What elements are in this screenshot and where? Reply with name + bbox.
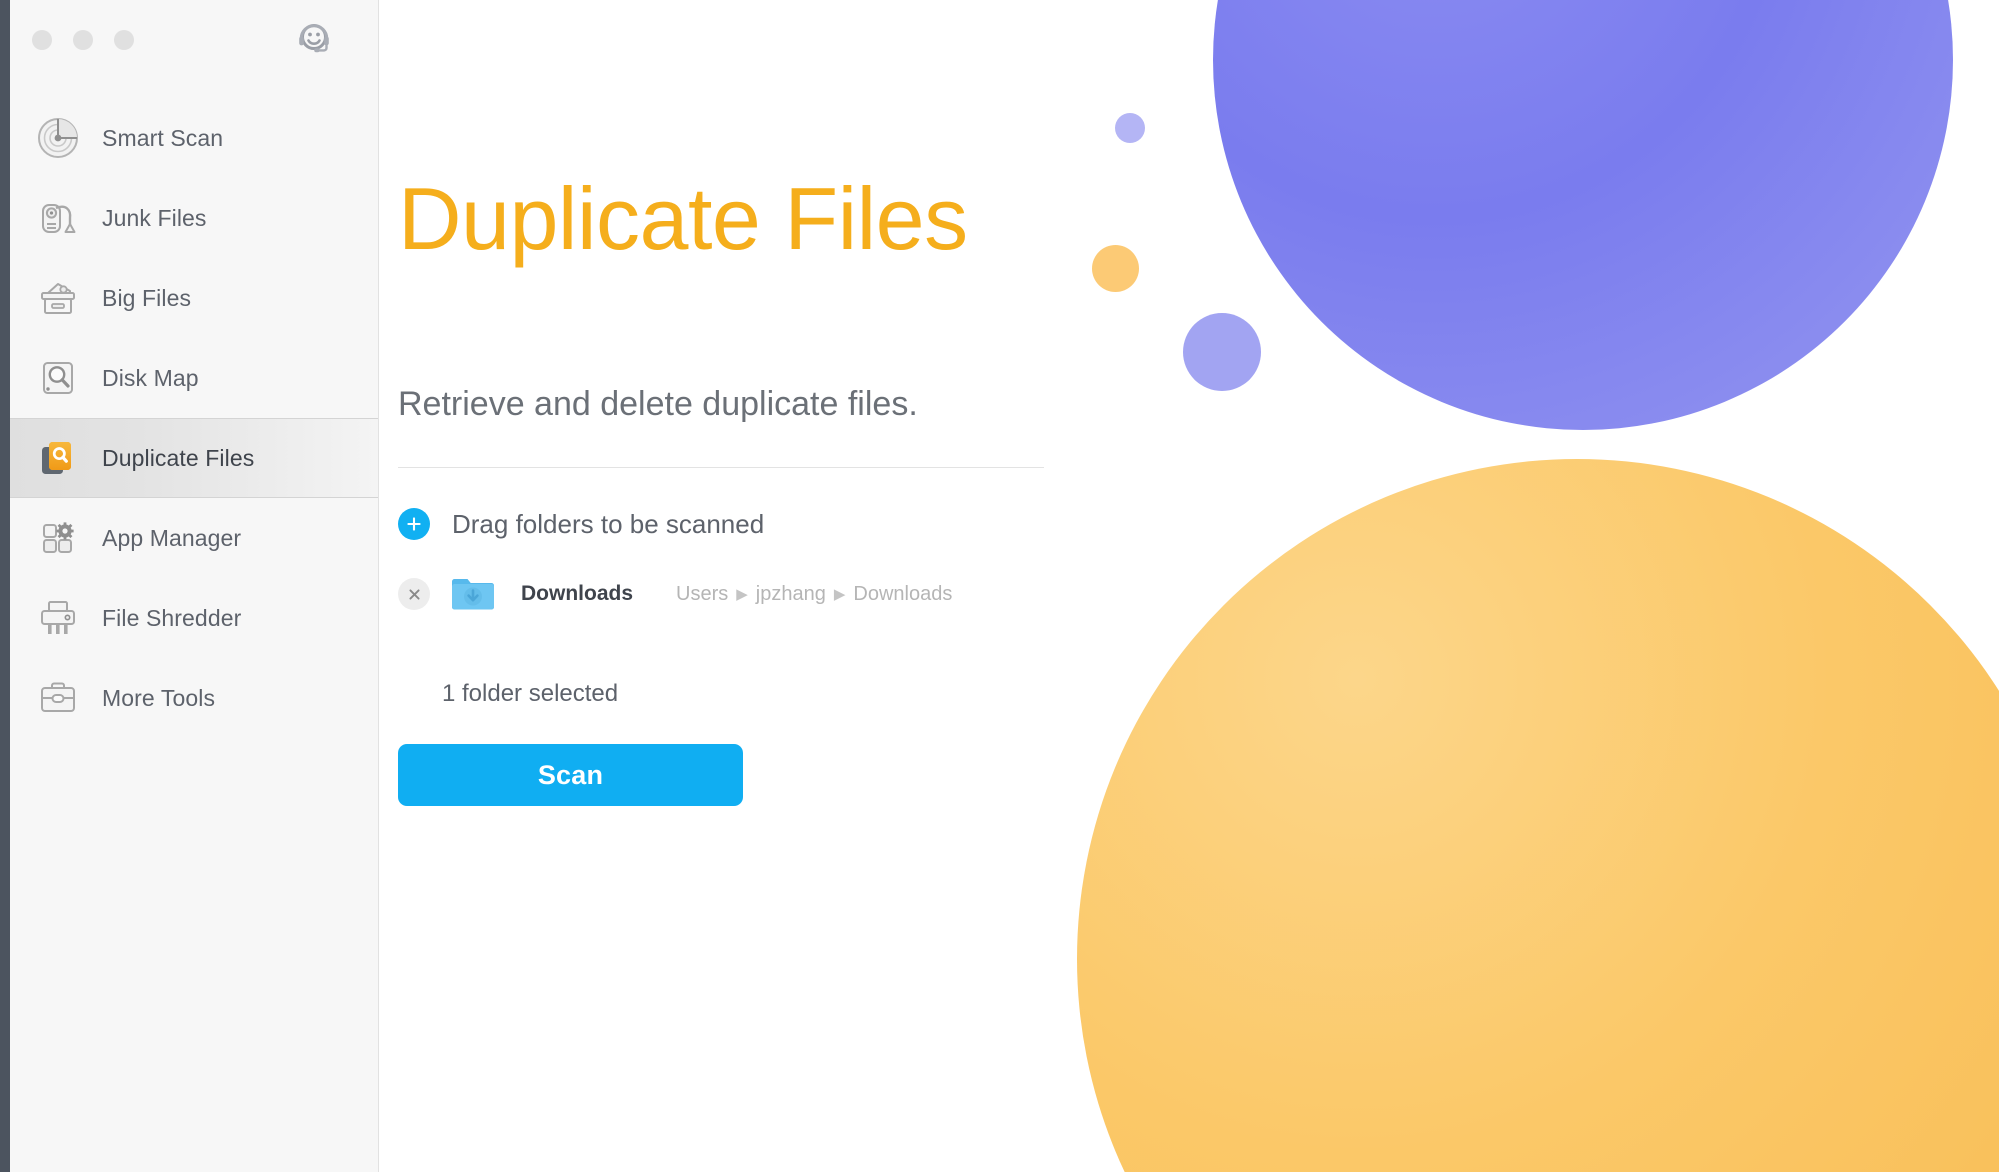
downloads-folder-icon: [449, 570, 497, 618]
sidebar-item-label: Disk Map: [102, 364, 199, 391]
sidebar-item-disk-map[interactable]: Disk Map: [10, 338, 378, 418]
plus-icon[interactable]: [398, 508, 430, 540]
page-title: Duplicate Files: [398, 169, 968, 268]
sidebar-item-app-manager[interactable]: App Manager: [10, 498, 378, 578]
sidebar-item-label: App Manager: [102, 524, 242, 551]
app-grid-gear-icon: [32, 512, 84, 564]
zoom-button[interactable]: [114, 30, 134, 50]
close-button[interactable]: [32, 30, 52, 50]
storage-box-icon: [32, 272, 84, 324]
decor-purple-blob: [1213, 0, 1953, 430]
breadcrumb-crumb-downloads: Downloads: [853, 582, 953, 605]
decor-orange-blob: [1077, 459, 1999, 1172]
briefcase-icon: [32, 672, 84, 724]
decor-orange-dot: [1092, 245, 1139, 292]
sidebar-item-duplicate-files[interactable]: Duplicate Files: [10, 418, 378, 498]
sidebar-nav: Smart Scan Junk Files Big Files Disk Map…: [10, 98, 378, 738]
breadcrumb: Users ▶ jpzhang ▶ Downloads: [676, 583, 952, 606]
decor-purple-dot-medium: [1183, 313, 1261, 391]
decor-purple-dot-small: [1115, 113, 1145, 143]
vacuum-icon: [32, 192, 84, 244]
close-x-icon[interactable]: [398, 578, 430, 610]
window-titlebar: [10, 0, 378, 80]
selected-folder-row: Downloads Users ▶ jpzhang ▶ Downloads: [398, 570, 952, 618]
sidebar-item-label: Junk Files: [102, 204, 207, 231]
window-left-rail: [0, 0, 10, 1172]
sidebar-item-more-tools[interactable]: More Tools: [10, 658, 378, 738]
sidebar-item-junk-files[interactable]: Junk Files: [10, 178, 378, 258]
sidebar-item-file-shredder[interactable]: File Shredder: [10, 578, 378, 658]
sidebar-item-label: File Shredder: [102, 604, 242, 631]
sidebar-item-big-files[interactable]: Big Files: [10, 258, 378, 338]
add-folder-row[interactable]: Drag folders to be scanned: [398, 508, 764, 540]
sidebar-item-label: More Tools: [102, 684, 216, 711]
sidebar-item-label: Big Files: [102, 284, 192, 311]
traffic-lights: [32, 30, 134, 50]
support-headset-smiley-icon[interactable]: [292, 16, 336, 60]
chevron-right-icon: ▶: [833, 585, 846, 603]
folder-name: Downloads: [521, 582, 634, 605]
minimize-button[interactable]: [73, 30, 93, 50]
radar-icon: [32, 112, 84, 164]
breadcrumb-crumb-user: jpzhang: [755, 582, 826, 605]
breadcrumb-crumb-users: Users: [676, 582, 729, 605]
drag-folders-label: Drag folders to be scanned: [452, 508, 765, 539]
app-window: Smart Scan Junk Files Big Files Disk Map…: [0, 0, 1999, 1172]
sidebar-item-label: Smart Scan: [102, 124, 224, 151]
scan-button[interactable]: Scan: [398, 744, 743, 806]
sidebar-item-smart-scan[interactable]: Smart Scan: [10, 98, 378, 178]
shredder-icon: [32, 592, 84, 644]
sidebar-item-label: Duplicate Files: [102, 444, 255, 471]
disk-search-icon: [32, 352, 84, 404]
main-content: Duplicate Files Retrieve and delete dupl…: [380, 0, 1999, 1172]
section-divider: [398, 467, 1044, 468]
sidebar: Smart Scan Junk Files Big Files Disk Map…: [10, 0, 379, 1172]
chevron-right-icon: ▶: [736, 585, 748, 603]
selected-count-label: 1 folder selected: [442, 680, 619, 707]
duplicate-search-icon: [32, 432, 84, 484]
page-subtitle: Retrieve and delete duplicate files.: [398, 385, 918, 423]
